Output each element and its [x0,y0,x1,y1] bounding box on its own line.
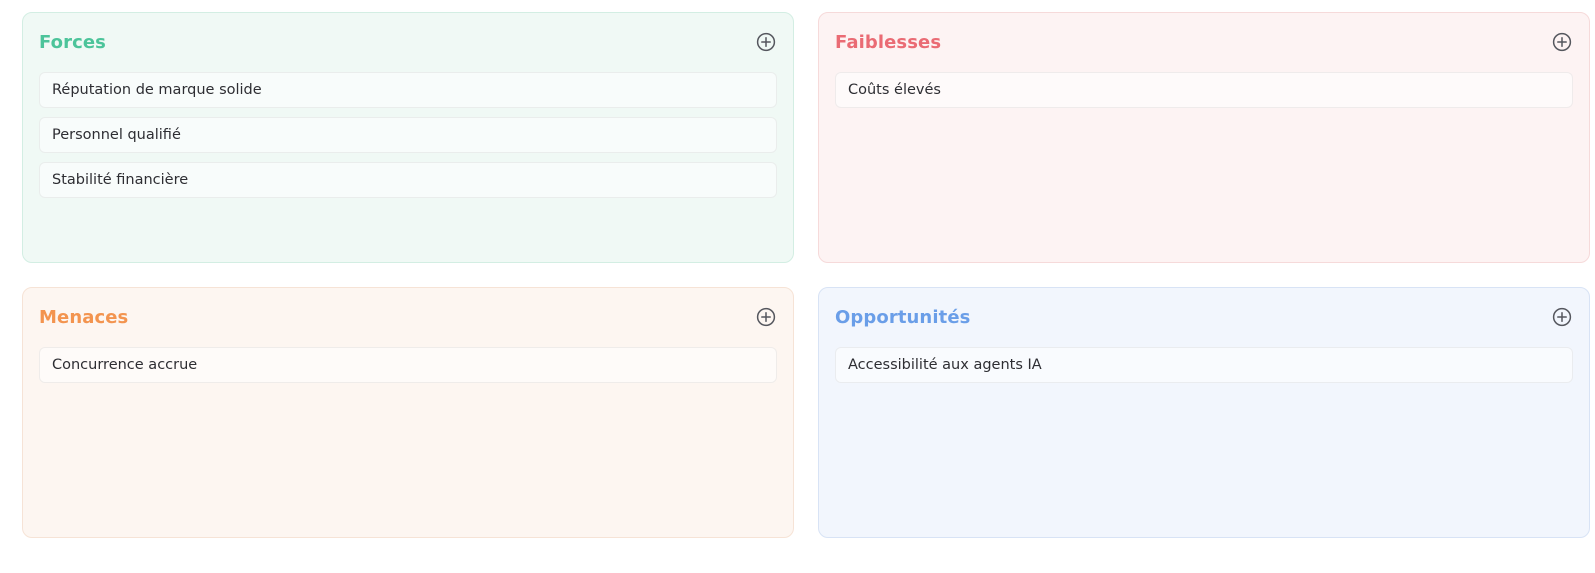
swot-grid: Forces Réputation de marque solide Personn… [22,12,1590,538]
quadrant-title: Opportunités [835,306,971,328]
quadrant-title: Forces [39,31,107,53]
quadrant-title: Faiblesses [835,31,942,53]
list-item[interactable]: Personnel qualifié [39,117,777,153]
item-list: Coûts élevés [835,72,1573,108]
list-item[interactable]: Concurrence accrue [39,347,777,383]
add-item-button[interactable] [1551,31,1573,53]
plus-circle-icon [1552,32,1572,52]
quadrant-header: Forces [39,13,777,71]
add-item-button[interactable] [755,306,777,328]
quadrant-header: Opportunités [835,288,1573,346]
item-list: Accessibilité aux agents IA [835,347,1573,383]
quadrant-opportunites: Opportunités Accessibilité aux agents IA [818,287,1590,538]
item-list: Réputation de marque solide Personnel qua… [39,72,777,198]
plus-circle-icon [1552,307,1572,327]
add-item-button[interactable] [755,31,777,53]
quadrant-menaces: Menaces Concurrence accrue [22,287,794,538]
quadrant-forces: Forces Réputation de marque solide Personn… [22,12,794,263]
quadrant-faiblesses: Faiblesses Coûts élevés [818,12,1590,263]
quadrant-header: Faiblesses [835,13,1573,71]
list-item[interactable]: Réputation de marque solide [39,72,777,108]
quadrant-title: Menaces [39,306,129,328]
plus-circle-icon [756,32,776,52]
item-list: Concurrence accrue [39,347,777,383]
list-item[interactable]: Accessibilité aux agents IA [835,347,1573,383]
list-item[interactable]: Stabilité financière [39,162,777,198]
quadrant-header: Menaces [39,288,777,346]
add-item-button[interactable] [1551,306,1573,328]
plus-circle-icon [756,307,776,327]
list-item[interactable]: Coûts élevés [835,72,1573,108]
